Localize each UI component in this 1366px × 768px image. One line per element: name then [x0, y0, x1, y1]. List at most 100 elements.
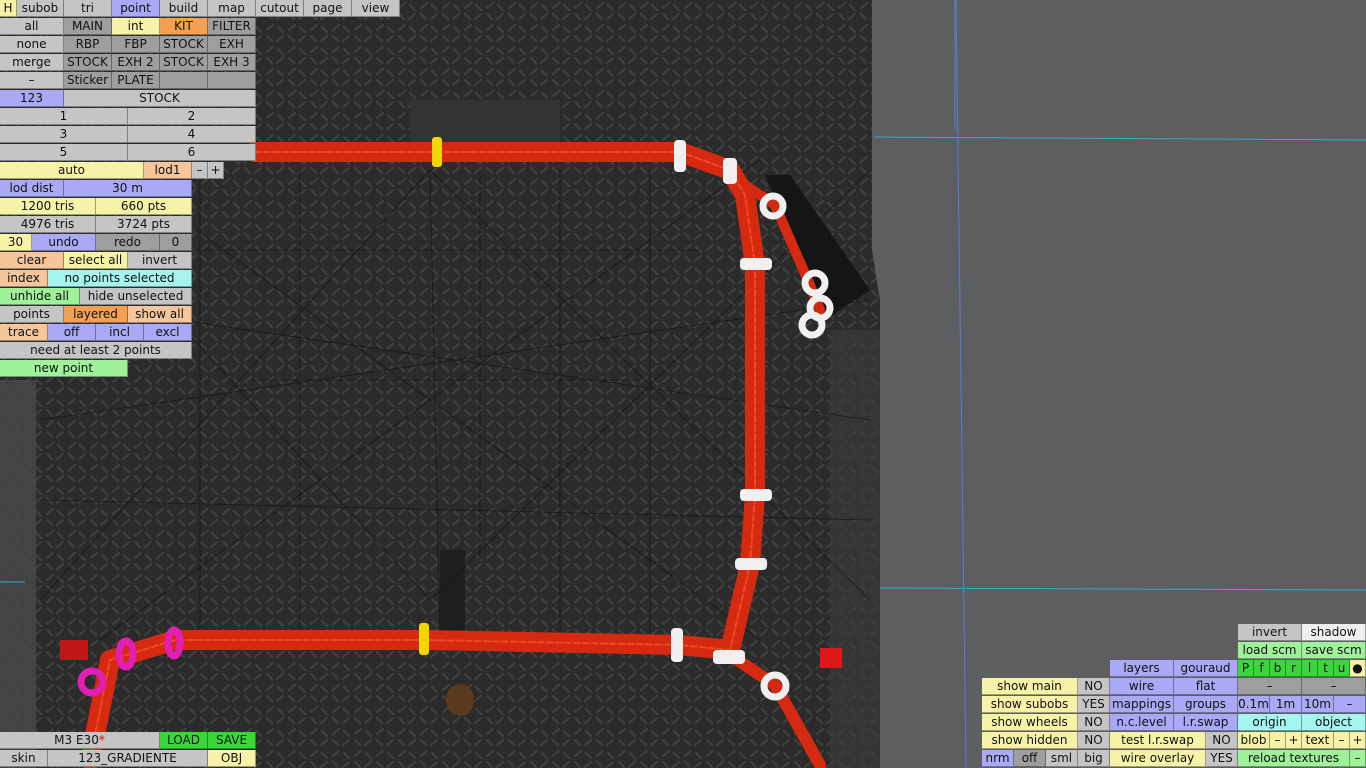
menu-cutout[interactable]: cutout	[256, 0, 304, 17]
size-big[interactable]: big	[1078, 750, 1110, 767]
lod-select[interactable]: lod1	[144, 162, 192, 179]
group-kit[interactable]: KIT	[160, 18, 208, 35]
group-exh2[interactable]: EXH 2	[112, 54, 160, 71]
size-nrm[interactable]: nrm	[982, 750, 1014, 767]
trace-excl[interactable]: excl	[144, 324, 192, 341]
reload-textures-button[interactable]: reload textures	[1238, 750, 1350, 767]
gouraud-button[interactable]: gouraud	[1174, 660, 1238, 677]
step-0-1m[interactable]: 0.1m	[1238, 696, 1270, 713]
mappings-button[interactable]: mappings	[1110, 696, 1174, 713]
invert-view-button[interactable]: invert	[1238, 624, 1302, 641]
selected-name[interactable]: STOCK	[64, 90, 256, 107]
sel-all[interactable]: all	[0, 18, 64, 35]
load-button[interactable]: LOAD	[160, 732, 208, 749]
nc-level-button[interactable]: n.c.level	[1110, 714, 1174, 731]
show-main-label[interactable]: show main	[982, 678, 1078, 695]
index-label[interactable]: index	[0, 270, 48, 287]
group-exh[interactable]: EXH	[208, 36, 256, 53]
blob-plus[interactable]: +	[1286, 732, 1302, 749]
show-subobs-label[interactable]: show subobs	[982, 696, 1078, 713]
unhide-all-button[interactable]: unhide all	[0, 288, 80, 305]
num-2[interactable]: 2	[128, 108, 256, 125]
reload-minus[interactable]: –	[1350, 750, 1366, 767]
menu-build[interactable]: build	[160, 0, 208, 17]
clear-button[interactable]: clear	[0, 252, 64, 269]
text-plus[interactable]: +	[1350, 732, 1366, 749]
show-hidden-label[interactable]: show hidden	[982, 732, 1078, 749]
group-sticker[interactable]: Sticker	[64, 72, 112, 89]
points-label[interactable]: points	[0, 306, 64, 323]
num-3[interactable]: 3	[0, 126, 128, 143]
show-hidden-value[interactable]: NO	[1078, 732, 1110, 749]
view-p[interactable]: P	[1238, 660, 1254, 677]
group-filter[interactable]: FILTER	[208, 18, 256, 35]
lod-minus[interactable]: –	[192, 162, 208, 179]
obj-button[interactable]: OBJ	[208, 750, 256, 767]
group-fbp[interactable]: FBP	[112, 36, 160, 53]
num-4[interactable]: 4	[128, 126, 256, 143]
size-sml[interactable]: sml	[1046, 750, 1078, 767]
test-lr-swap-label[interactable]: test l.r.swap	[1110, 732, 1206, 749]
group-stock-1[interactable]: STOCK	[160, 36, 208, 53]
flat-button[interactable]: flat	[1174, 678, 1238, 695]
menu-map[interactable]: map	[208, 0, 256, 17]
wire-overlay-value[interactable]: YES	[1206, 750, 1238, 767]
view-t[interactable]: t	[1318, 660, 1334, 677]
load-scm-button[interactable]: load scm	[1238, 642, 1302, 659]
lr-swap-button[interactable]: l.r.swap	[1174, 714, 1238, 731]
lod-dist-value[interactable]: 30 m	[64, 180, 192, 197]
selected-id[interactable]: 123	[0, 90, 64, 107]
group-plate[interactable]: PLATE	[112, 72, 160, 89]
group-stock-2[interactable]: STOCK	[64, 54, 112, 71]
step-minus[interactable]: –	[1334, 696, 1366, 713]
show-main-value[interactable]: NO	[1078, 678, 1110, 695]
menu-page[interactable]: page	[304, 0, 352, 17]
dash-left[interactable]: –	[1238, 678, 1302, 695]
test-lr-swap-value[interactable]: NO	[1206, 732, 1238, 749]
save-button[interactable]: SAVE	[208, 732, 256, 749]
group-empty-1[interactable]	[160, 72, 208, 89]
blob-button[interactable]: blob	[1238, 732, 1270, 749]
undo-button[interactable]: undo	[32, 234, 96, 251]
size-off[interactable]: off	[1014, 750, 1046, 767]
view-u[interactable]: u	[1334, 660, 1350, 677]
view-r[interactable]: r	[1286, 660, 1302, 677]
menu-tri[interactable]: tri	[64, 0, 112, 17]
invert-selection-button[interactable]: invert	[128, 252, 192, 269]
merge-button[interactable]: merge	[0, 54, 64, 71]
menu-subob[interactable]: subob	[17, 0, 64, 17]
trace-label[interactable]: trace	[0, 324, 48, 341]
group-rbp[interactable]: RBP	[64, 36, 112, 53]
model-name[interactable]: M3 E30*	[0, 732, 160, 749]
groups-button[interactable]: groups	[1174, 696, 1238, 713]
show-subobs-value[interactable]: YES	[1078, 696, 1110, 713]
group-main[interactable]: MAIN	[64, 18, 112, 35]
num-1[interactable]: 1	[0, 108, 128, 125]
redo-button[interactable]: redo	[96, 234, 160, 251]
skin-value[interactable]: 123_GRADIENTE	[48, 750, 208, 767]
text-button[interactable]: text	[1302, 732, 1334, 749]
lod-plus[interactable]: +	[208, 162, 224, 179]
layers-button[interactable]: layers	[1110, 660, 1174, 677]
view-l[interactable]: l	[1302, 660, 1318, 677]
trace-off[interactable]: off	[48, 324, 96, 341]
group-int[interactable]: int	[112, 18, 160, 35]
dash-button[interactable]: –	[0, 72, 64, 89]
show-wheels-value[interactable]: NO	[1078, 714, 1110, 731]
menu-view[interactable]: view	[352, 0, 400, 17]
blob-minus[interactable]: –	[1270, 732, 1286, 749]
origin-button[interactable]: origin	[1238, 714, 1302, 731]
group-exh3[interactable]: EXH 3	[208, 54, 256, 71]
object-button[interactable]: object	[1302, 714, 1366, 731]
menu-h[interactable]: H	[0, 0, 17, 17]
dash-right[interactable]: –	[1302, 678, 1366, 695]
sel-none[interactable]: none	[0, 36, 64, 53]
save-scm-button[interactable]: save scm	[1302, 642, 1366, 659]
hide-unselected-button[interactable]: hide unselected	[80, 288, 192, 305]
wire-overlay-label[interactable]: wire overlay	[1110, 750, 1206, 767]
lod-auto[interactable]: auto	[0, 162, 144, 179]
wire-button[interactable]: wire	[1110, 678, 1174, 695]
num-6[interactable]: 6	[128, 144, 256, 161]
group-stock-3[interactable]: STOCK	[160, 54, 208, 71]
step-1m[interactable]: 1m	[1270, 696, 1302, 713]
